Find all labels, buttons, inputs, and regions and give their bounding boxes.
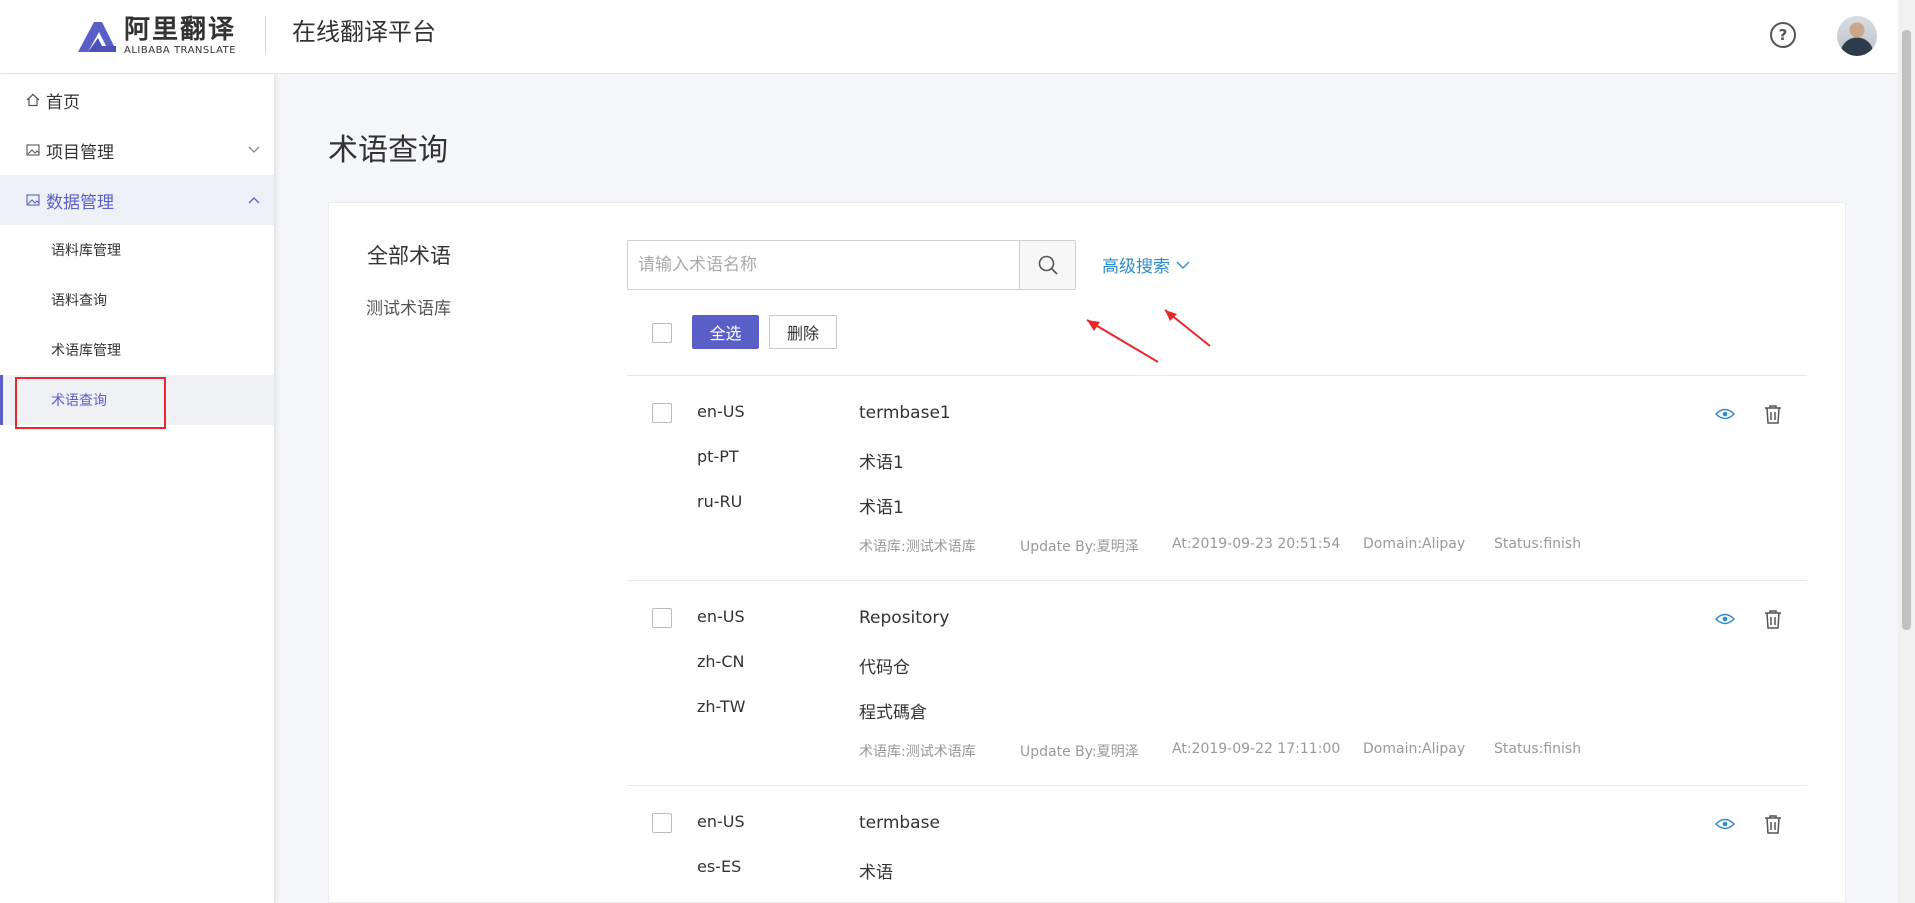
select-all-checkbox[interactable] bbox=[652, 323, 672, 343]
sidebar-subitem-label: 语料库管理 bbox=[51, 243, 121, 259]
entry-lang: zh-TW bbox=[697, 697, 746, 716]
sidebar-item-label: 项目管理 bbox=[46, 142, 114, 163]
logo-cn: 阿里翻译 bbox=[124, 15, 237, 45]
avatar[interactable] bbox=[1837, 16, 1877, 56]
entry-termbase: 术语库:测试术语库 bbox=[859, 539, 976, 555]
entry-lang: en-US bbox=[697, 812, 745, 831]
entry-checkbox[interactable] bbox=[652, 608, 672, 628]
top-header: 阿里翻译 ALIBABA TRANSLATE 在线翻译平台 ? bbox=[0, 0, 1898, 74]
search-input[interactable] bbox=[628, 241, 1020, 289]
platform-title: 在线翻译平台 bbox=[292, 18, 436, 46]
entry-term: 术语 bbox=[859, 863, 893, 883]
delete-button[interactable]: 删除 bbox=[769, 315, 837, 349]
logo-icon bbox=[78, 22, 116, 52]
list-divider bbox=[627, 580, 1807, 581]
entry-term: 术语1 bbox=[859, 498, 904, 518]
entry-at: At:2019-09-22 17:11:00 bbox=[1172, 741, 1341, 757]
entry-update-by: Update By:夏明泽 bbox=[1020, 744, 1139, 760]
search-button[interactable] bbox=[1019, 241, 1075, 289]
sidebar-subitem-label: 语料查询 bbox=[51, 293, 107, 309]
entry-term: termbase bbox=[859, 813, 940, 833]
chevron-down-icon bbox=[1176, 255, 1190, 275]
entry-lang: pt-PT bbox=[697, 447, 739, 466]
entry-status: Status:finish bbox=[1494, 741, 1582, 757]
library-test-termbase[interactable]: 测试术语库 bbox=[366, 294, 451, 319]
advanced-search-toggle[interactable]: 高级搜索 bbox=[1102, 252, 1190, 277]
annotation-highlight-box bbox=[15, 377, 166, 429]
advanced-search-label: 高级搜索 bbox=[1102, 257, 1170, 277]
select-all-button[interactable]: 全选 bbox=[692, 315, 759, 349]
entry-term: 程式碼倉 bbox=[859, 703, 927, 723]
entry-status: Status:finish bbox=[1494, 536, 1582, 552]
entry-lang: es-ES bbox=[697, 857, 742, 876]
list-divider bbox=[627, 375, 1807, 376]
entry-lang: en-US bbox=[697, 402, 745, 421]
entry-term: termbase1 bbox=[859, 403, 951, 423]
chevron-up-icon bbox=[248, 193, 260, 207]
question-icon[interactable]: ? bbox=[1770, 22, 1796, 48]
library-all-terms[interactable]: 全部术语 bbox=[367, 240, 451, 270]
entry-domain: Domain:Alipay bbox=[1363, 536, 1466, 552]
active-indicator bbox=[0, 375, 3, 425]
entry-termbase: 术语库:测试术语库 bbox=[859, 744, 976, 760]
eye-icon[interactable] bbox=[1714, 403, 1736, 425]
entry-update-by: Update By:夏明泽 bbox=[1020, 539, 1139, 555]
entry-lang: en-US bbox=[697, 607, 745, 626]
chevron-down-icon bbox=[248, 143, 260, 157]
entry-domain: Domain:Alipay bbox=[1363, 741, 1466, 757]
sidebar-item-data-management[interactable]: 数据管理 bbox=[0, 175, 274, 225]
scrollbar-thumb[interactable] bbox=[1902, 30, 1911, 630]
trash-icon[interactable] bbox=[1762, 403, 1784, 425]
entry-term: 术语1 bbox=[859, 453, 904, 473]
sidebar-item-project-management[interactable]: 项目管理 bbox=[0, 125, 274, 175]
trash-icon[interactable] bbox=[1762, 608, 1784, 630]
entry-at: At:2019-09-23 20:51:54 bbox=[1172, 536, 1341, 552]
entry-lang: zh-CN bbox=[697, 652, 745, 671]
sidebar-item-termbase-management[interactable]: 术语库管理 bbox=[0, 325, 274, 375]
entry-term: 代码仓 bbox=[859, 658, 910, 678]
sidebar-item-label: 首页 bbox=[46, 92, 80, 113]
entry-checkbox[interactable] bbox=[652, 403, 672, 423]
sidebar: 首页 项目管理 数据管理 语料库管理 语料查询 术语库管理 术语查询 bbox=[0, 74, 275, 903]
search-icon bbox=[1038, 255, 1058, 275]
search-box bbox=[627, 240, 1076, 290]
list-divider bbox=[627, 785, 1807, 786]
sidebar-item-label: 数据管理 bbox=[46, 192, 114, 213]
vertical-scrollbar[interactable] bbox=[1898, 0, 1915, 903]
annotation-arrows bbox=[1086, 309, 1211, 363]
sidebar-item-home[interactable]: 首页 bbox=[0, 75, 274, 125]
trash-icon[interactable] bbox=[1762, 813, 1784, 835]
page-title: 术语查询 bbox=[328, 133, 448, 168]
home-icon bbox=[26, 93, 40, 107]
image-icon bbox=[26, 143, 40, 157]
eye-icon[interactable] bbox=[1714, 608, 1736, 630]
sidebar-subitem-label: 术语库管理 bbox=[51, 343, 121, 359]
logo-en: ALIBABA TRANSLATE bbox=[124, 45, 237, 56]
sidebar-item-corpus-management[interactable]: 语料库管理 bbox=[0, 225, 274, 275]
entry-lang: ru-RU bbox=[697, 492, 743, 511]
logo-text: 阿里翻译 ALIBABA TRANSLATE bbox=[124, 15, 236, 57]
header-divider bbox=[265, 16, 266, 54]
alibaba-translate-logo[interactable]: 阿里翻译 ALIBABA TRANSLATE bbox=[72, 14, 236, 58]
image-icon bbox=[26, 193, 40, 207]
entry-checkbox[interactable] bbox=[652, 813, 672, 833]
entry-term: Repository bbox=[859, 608, 950, 628]
eye-icon[interactable] bbox=[1714, 813, 1736, 835]
sidebar-item-corpus-query[interactable]: 语料查询 bbox=[0, 275, 274, 325]
